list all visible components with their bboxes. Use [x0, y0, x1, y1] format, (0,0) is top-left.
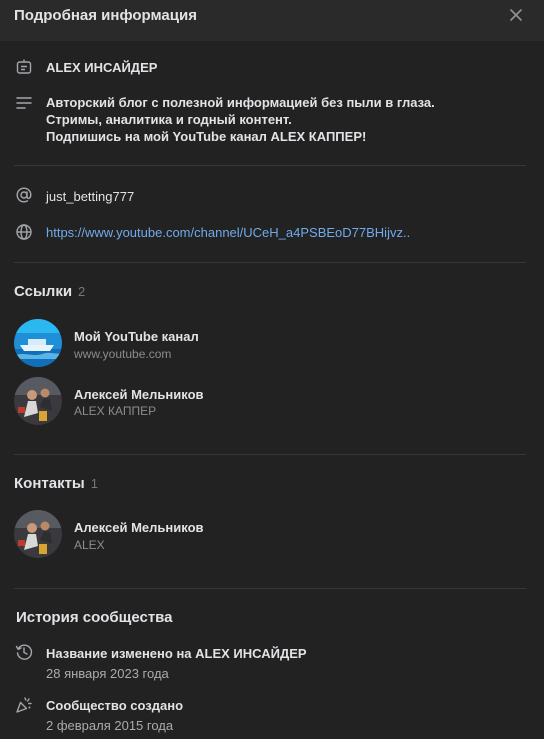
history-item-date: 2 февраля 2015 года [46, 718, 174, 733]
close-icon[interactable] [506, 5, 526, 25]
contact-name[interactable]: Алексей Мельников [74, 520, 204, 535]
website-link[interactable]: https://www.youtube.com/channel/UCeH_a4P… [46, 225, 410, 240]
links-count: 2 [78, 284, 86, 299]
modal-header: Подробная информация [0, 0, 544, 41]
community-description: Авторский блог с полезной информацией бе… [46, 94, 435, 145]
community-name-icon [16, 59, 32, 74]
history-item-title: Сообщество создано [46, 698, 184, 713]
contacts-title: Контакты [14, 475, 85, 492]
link-item-name[interactable]: Мой YouTube канал [74, 329, 199, 344]
links-section-title: Ссылки 2 [14, 283, 85, 300]
youtube-link-avatar[interactable] [14, 319, 62, 367]
at-icon [16, 187, 32, 203]
contact-avatar[interactable] [14, 510, 62, 558]
link-item-name[interactable]: Алексей Мельников [74, 387, 204, 402]
link-item-sub: www.youtube.com [74, 347, 172, 361]
divider [14, 165, 526, 166]
divider [14, 454, 526, 455]
globe-icon [16, 224, 32, 240]
modal-title: Подробная информация [14, 7, 197, 24]
description-line: Подпишись на мой YouTube канал ALEX КАПП… [46, 129, 367, 144]
contact-role: ALEX [74, 538, 105, 552]
description-line: Авторский блог с полезной информацией бе… [46, 95, 435, 110]
history-item-date: 28 января 2023 года [46, 666, 169, 681]
divider [14, 588, 526, 589]
description-icon [16, 97, 32, 109]
description-line: Стримы, аналитика и годный контент. [46, 112, 292, 127]
contacts-section-title: Контакты 1 [14, 475, 98, 492]
history-icon [15, 644, 33, 660]
community-name: ALEX ИНСАЙДЕР [46, 60, 158, 75]
links-title: Ссылки [14, 283, 73, 300]
community-username: just_betting777 [46, 189, 135, 204]
link-item-sub: ALEX КАППЕР [74, 404, 157, 418]
history-section-title: История сообщества [16, 609, 173, 626]
history-item-title: Название изменено на ALEX ИНСАЙДЕР [46, 646, 307, 661]
divider [14, 262, 526, 263]
party-icon [16, 697, 32, 713]
contacts-count: 1 [90, 476, 98, 491]
user-link-avatar[interactable] [14, 377, 62, 425]
